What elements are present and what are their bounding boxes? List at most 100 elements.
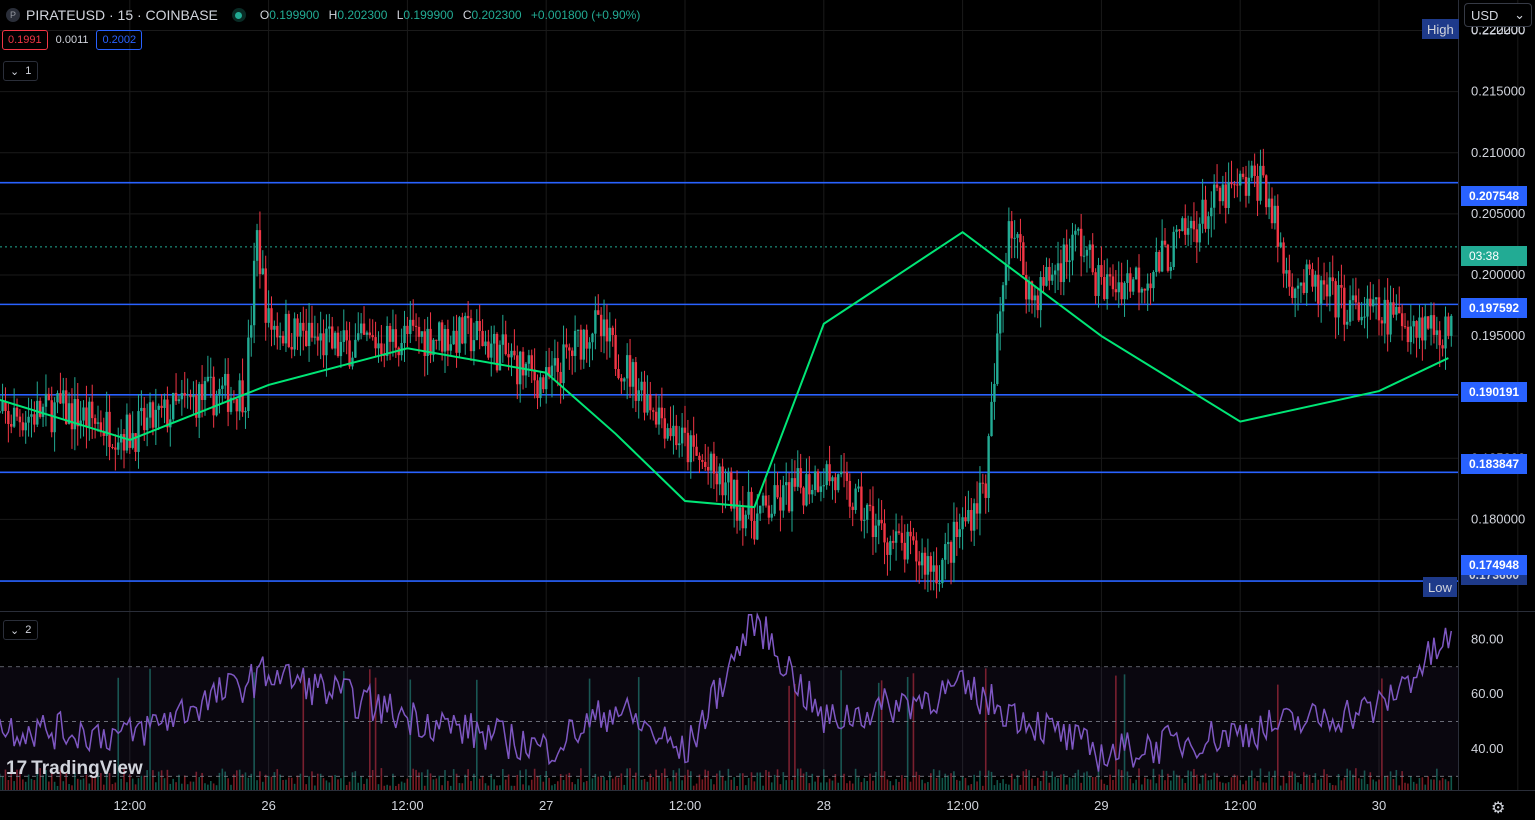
candle-body	[1103, 276, 1106, 300]
volume-bar	[328, 782, 331, 790]
candle-body	[756, 513, 759, 540]
high-value: 0.202300	[337, 8, 388, 22]
candle-body	[114, 447, 117, 450]
volume-bar	[556, 781, 559, 790]
candle-body	[793, 478, 797, 487]
sell-price-button[interactable]: 0.1991	[2, 30, 48, 50]
volume-bar	[1008, 784, 1010, 790]
candle-body	[273, 325, 276, 330]
candle-body	[1444, 316, 1447, 349]
volume-bar	[1060, 774, 1062, 790]
tradingview-mark-icon: 17	[6, 758, 28, 779]
candle-body	[640, 381, 643, 391]
candle-body	[1267, 198, 1271, 208]
candle-body	[1007, 221, 1011, 265]
volume-bar	[279, 774, 281, 790]
candle-body	[1178, 229, 1181, 232]
candle-body	[417, 326, 421, 337]
candle-body	[1247, 177, 1251, 196]
candle-body	[345, 330, 348, 341]
settings-gear-icon[interactable]: ⚙	[1491, 798, 1505, 818]
chevron-down-icon: ⌄	[10, 624, 20, 637]
candle-body	[21, 422, 25, 431]
level-label[interactable]: 0.190191	[1461, 382, 1527, 402]
candle-body	[602, 319, 606, 337]
volume-bar	[999, 783, 1001, 790]
candle-body	[998, 311, 1002, 334]
candle-body	[1409, 326, 1413, 343]
volume-bar	[1103, 783, 1106, 790]
volume-bar	[484, 783, 487, 790]
candle-body	[585, 329, 588, 349]
candle-body	[1004, 264, 1008, 286]
candle-body	[617, 369, 620, 379]
candle-body	[304, 330, 308, 347]
candle-body	[258, 230, 262, 275]
volume-bar	[360, 776, 362, 790]
candle-body	[435, 339, 438, 341]
candle-body	[224, 373, 227, 386]
volume-bar	[1392, 778, 1395, 790]
volume-bar	[1071, 778, 1074, 790]
volume-bar	[1427, 776, 1429, 790]
volume-bar	[947, 775, 949, 790]
volume-bar	[256, 780, 258, 790]
candle-body	[1039, 277, 1042, 311]
candle-body	[403, 325, 406, 343]
candle-body	[1071, 234, 1074, 261]
candle-body	[1377, 297, 1381, 321]
candle-body	[637, 390, 640, 401]
volume-bar	[7, 780, 10, 790]
volume-bar	[247, 777, 250, 790]
candle-body	[975, 503, 979, 514]
candle-body	[166, 399, 169, 428]
candle-body	[1438, 330, 1441, 346]
candle-body	[542, 377, 545, 390]
candle-body	[91, 401, 94, 419]
candle-body	[834, 477, 837, 491]
candle-body	[516, 355, 519, 385]
candle-body	[1192, 220, 1196, 230]
candle-body	[1056, 263, 1060, 271]
candle-body	[1432, 315, 1436, 335]
candle-body	[440, 322, 444, 352]
volume-bar	[1068, 777, 1071, 790]
level-label[interactable]: 0.183847	[1461, 454, 1527, 474]
candle-body	[1366, 298, 1369, 317]
candle-body	[1256, 175, 1259, 201]
time-tick-label: 12:00	[1224, 798, 1257, 813]
volume-bar	[395, 785, 397, 790]
level-label[interactable]: 0.197592	[1461, 298, 1527, 318]
candle-body	[539, 377, 542, 399]
currency-select[interactable]: USD ⌄	[1464, 3, 1532, 27]
candle-body	[134, 433, 137, 452]
tradingview-logo[interactable]: 17 TradingView	[6, 758, 143, 780]
volume-bar	[1242, 784, 1244, 790]
volume-bar	[669, 781, 672, 790]
candle-body	[1447, 316, 1450, 336]
volume-bar	[909, 781, 912, 790]
level-label[interactable]: 0.207548	[1461, 186, 1527, 206]
price-chart[interactable]: 0.2200000.2150000.2100000.2050000.200000…	[0, 0, 1535, 820]
volume-bar	[591, 778, 594, 790]
level-label[interactable]: 0.174948	[1461, 555, 1527, 575]
candle-body	[140, 407, 143, 412]
volume-bar	[131, 778, 134, 790]
oscillator-pane-toggle[interactable]: ⌄ 2	[3, 620, 39, 640]
volume-bar	[574, 784, 576, 790]
candle-body	[848, 480, 852, 507]
candle-body	[747, 491, 750, 515]
volume-bar	[701, 779, 704, 790]
buy-price-button[interactable]: 0.2002	[96, 30, 143, 50]
candle-body	[1218, 187, 1222, 202]
time-tick-label: 29	[1094, 798, 1108, 813]
candle-body	[706, 466, 710, 471]
candle-body	[391, 329, 395, 342]
candle-body	[212, 376, 215, 416]
main-pane-toggle[interactable]: ⌄ 1	[3, 61, 39, 81]
volume-bar	[982, 785, 984, 790]
candle-body	[1395, 306, 1398, 315]
candle-body	[915, 540, 918, 562]
symbol-title[interactable]: PIRATEUSD · 15 · COINBASE	[26, 7, 218, 23]
market-status-icon[interactable]	[231, 8, 246, 22]
